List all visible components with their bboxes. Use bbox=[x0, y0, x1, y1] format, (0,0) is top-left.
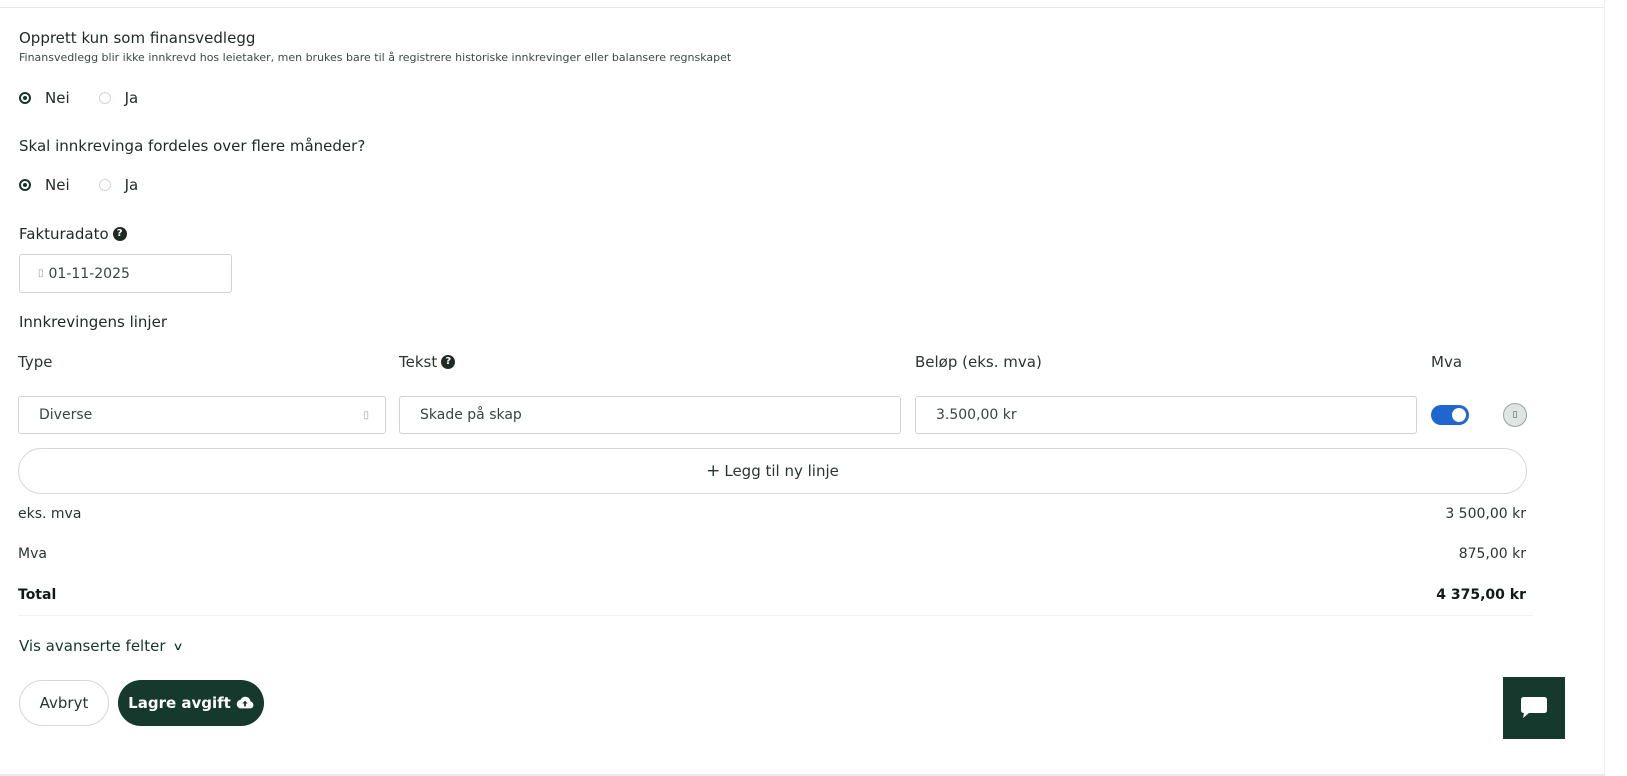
spread-months-title: Skal innkrevinga fordeles over flere mån… bbox=[19, 137, 366, 155]
summary-total-label: Total bbox=[18, 587, 57, 603]
spread-months-yes-radio[interactable] bbox=[98, 179, 111, 191]
spread-months-yes-label[interactable]: Ja bbox=[125, 176, 139, 194]
help-icon[interactable]: ? bbox=[112, 226, 127, 241]
finance-attachment-no-label[interactable]: Nei bbox=[45, 89, 70, 107]
invoice-date-label: Fakturadato bbox=[19, 225, 109, 243]
add-line-label: Legg til ny linje bbox=[724, 462, 839, 480]
invoice-date-label-row: Fakturadato? bbox=[19, 225, 127, 243]
lines-title: Innkrevingens linjer bbox=[19, 313, 167, 331]
line-amount-value: 3.500,00 kr bbox=[936, 407, 1017, 423]
line-type-select[interactable]: Diverse ▯ bbox=[18, 396, 386, 434]
invoice-date-input[interactable]: ▯ 01-11-2025 bbox=[19, 254, 232, 293]
chat-icon bbox=[1521, 697, 1547, 718]
spread-months-no-radio[interactable] bbox=[19, 179, 31, 191]
show-advanced-label: Vis avanserte felter bbox=[19, 637, 166, 655]
spread-months-radio-group: Nei Ja bbox=[19, 176, 138, 194]
line-text-value: Skade på skap bbox=[420, 407, 522, 423]
plus-icon: + bbox=[706, 461, 721, 481]
column-header-type: Type bbox=[18, 353, 53, 371]
column-header-amount: Beløp (eks. mva) bbox=[915, 353, 1042, 371]
page: Opprett kun som finansvedlegg Finansvedl… bbox=[0, 0, 1627, 776]
line-type-value: Diverse bbox=[39, 407, 93, 423]
summary-vat-label: Mva bbox=[18, 546, 47, 562]
finance-attachment-yes-label[interactable]: Ja bbox=[125, 89, 139, 107]
column-header-text-row: Tekst? bbox=[399, 353, 456, 371]
finance-attachment-no-radio[interactable] bbox=[19, 92, 31, 104]
invoice-date-value: 01-11-2025 bbox=[48, 265, 130, 282]
chevron-down-icon: ∨ bbox=[171, 639, 184, 653]
save-fee-label: Lagre avgift bbox=[128, 694, 231, 712]
cloud-upload-icon bbox=[236, 696, 254, 709]
summary-excl-label: eks. mva bbox=[18, 506, 82, 522]
cancel-label: Avbryt bbox=[39, 694, 89, 712]
toggle-knob bbox=[1452, 408, 1466, 422]
line-amount-input[interactable]: 3.500,00 kr bbox=[915, 396, 1417, 434]
summary-divider bbox=[18, 615, 1533, 616]
finance-attachment-title: Opprett kun som finansvedlegg bbox=[19, 29, 256, 47]
summary-total-value: 4 375,00 kr bbox=[1436, 587, 1526, 603]
finance-attachment-description: Finansvedlegg blir ikke innkrevd hos lei… bbox=[19, 51, 732, 64]
trash-icon: ▯ bbox=[1512, 410, 1518, 420]
column-header-text: Tekst bbox=[399, 353, 438, 371]
chevron-down-icon: ▯ bbox=[363, 409, 369, 421]
spread-months-no-label[interactable]: Nei bbox=[45, 176, 70, 194]
chat-button[interactable] bbox=[1503, 677, 1565, 739]
save-fee-button[interactable]: Lagre avgift bbox=[118, 680, 264, 726]
top-divider bbox=[0, 7, 1605, 8]
line-vat-toggle[interactable] bbox=[1431, 405, 1469, 425]
summary-vat-value: 875,00 kr bbox=[1458, 546, 1526, 562]
finance-attachment-radio-group: Nei Ja bbox=[19, 89, 138, 107]
column-header-vat: Mva bbox=[1431, 353, 1463, 371]
text-help-icon[interactable]: ? bbox=[441, 354, 456, 369]
line-text-input[interactable]: Skade på skap bbox=[399, 396, 901, 434]
cancel-button[interactable]: Avbryt bbox=[19, 680, 109, 726]
calendar-icon: ▯ bbox=[38, 268, 44, 279]
summary-excl-value: 3 500,00 kr bbox=[1445, 506, 1526, 522]
finance-attachment-yes-radio[interactable] bbox=[98, 92, 111, 104]
delete-line-button[interactable]: ▯ bbox=[1503, 403, 1527, 427]
show-advanced-toggle[interactable]: Vis avanserte felter ∨ bbox=[19, 637, 184, 655]
add-line-button[interactable]: + Legg til ny linje bbox=[18, 448, 1527, 494]
scrollbar[interactable] bbox=[1604, 0, 1627, 776]
